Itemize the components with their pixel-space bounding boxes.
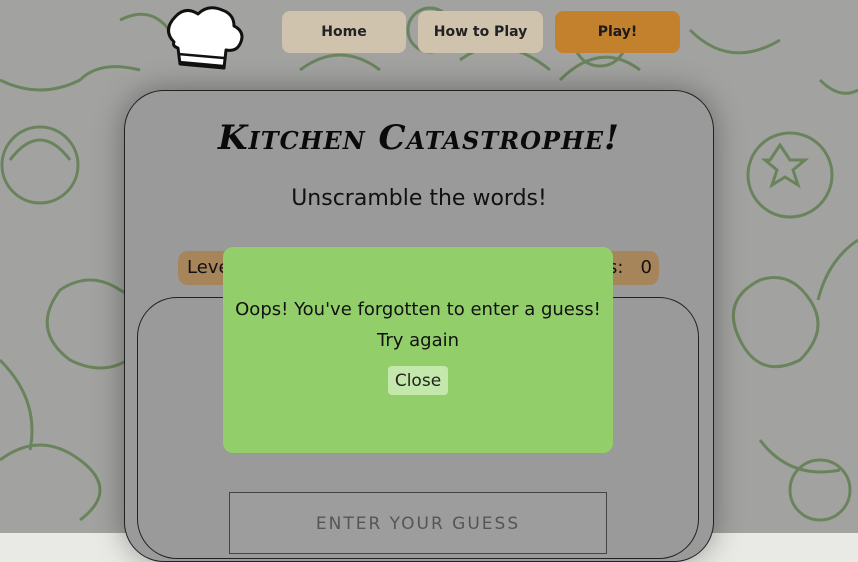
chef-hat-logo — [167, 6, 244, 70]
game-title: Kitchen Catastrophe! — [217, 118, 620, 158]
error-modal-line-2: Try again — [376, 330, 460, 351]
nav-home-button[interactable]: Home — [282, 11, 406, 53]
guess-input-placeholder: ENTER YOUR GUESS — [315, 514, 521, 534]
nav-how-to-play-button[interactable]: How to Play — [418, 11, 543, 53]
error-modal-message: Oops! You've forgotten to enter a guess!… — [223, 294, 613, 356]
error-modal-line-1: Oops! You've forgotten to enter a guess! — [235, 299, 601, 320]
game-subtitle: Unscramble the words! — [291, 186, 547, 211]
nav-play-button[interactable]: Play! — [555, 11, 680, 53]
modal-close-button[interactable]: Close — [388, 366, 448, 395]
